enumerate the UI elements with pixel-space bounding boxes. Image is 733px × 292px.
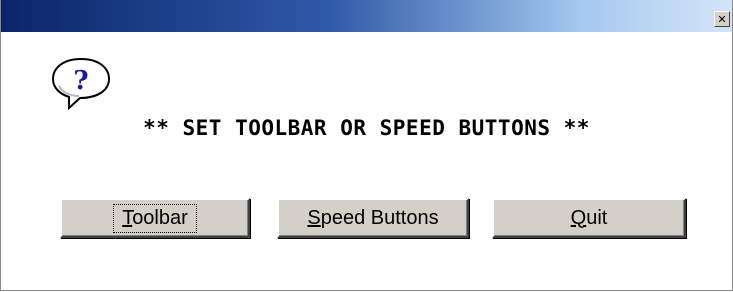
svg-text:?: ? (73, 66, 88, 96)
focus-ring: Toolbar (113, 203, 197, 233)
dialog-window: ✕ ? ** SET TOOLBAR OR SPEED BUTTONS ** T… (0, 0, 733, 291)
close-button[interactable]: ✕ (714, 11, 730, 27)
title-bar[interactable]: ✕ (1, 0, 732, 32)
quit-label: uit (586, 206, 608, 229)
quit-mnemonic: Q (570, 206, 587, 229)
toolbar-mnemonic: T (122, 206, 133, 229)
speed-label: peed Buttons (320, 206, 439, 229)
toolbar-button[interactable]: Toolbar (60, 198, 250, 238)
speed-mnemonic: S (307, 206, 321, 229)
close-icon: ✕ (717, 12, 727, 26)
quit-button[interactable]: Quit (492, 198, 686, 238)
question-mark-balloon-icon: ? (51, 57, 111, 111)
dialog-message: ** SET TOOLBAR OR SPEED BUTTONS ** (143, 116, 590, 140)
toolbar-label: oolbar (132, 206, 188, 229)
speed-buttons-button[interactable]: Speed Buttons (277, 198, 469, 238)
